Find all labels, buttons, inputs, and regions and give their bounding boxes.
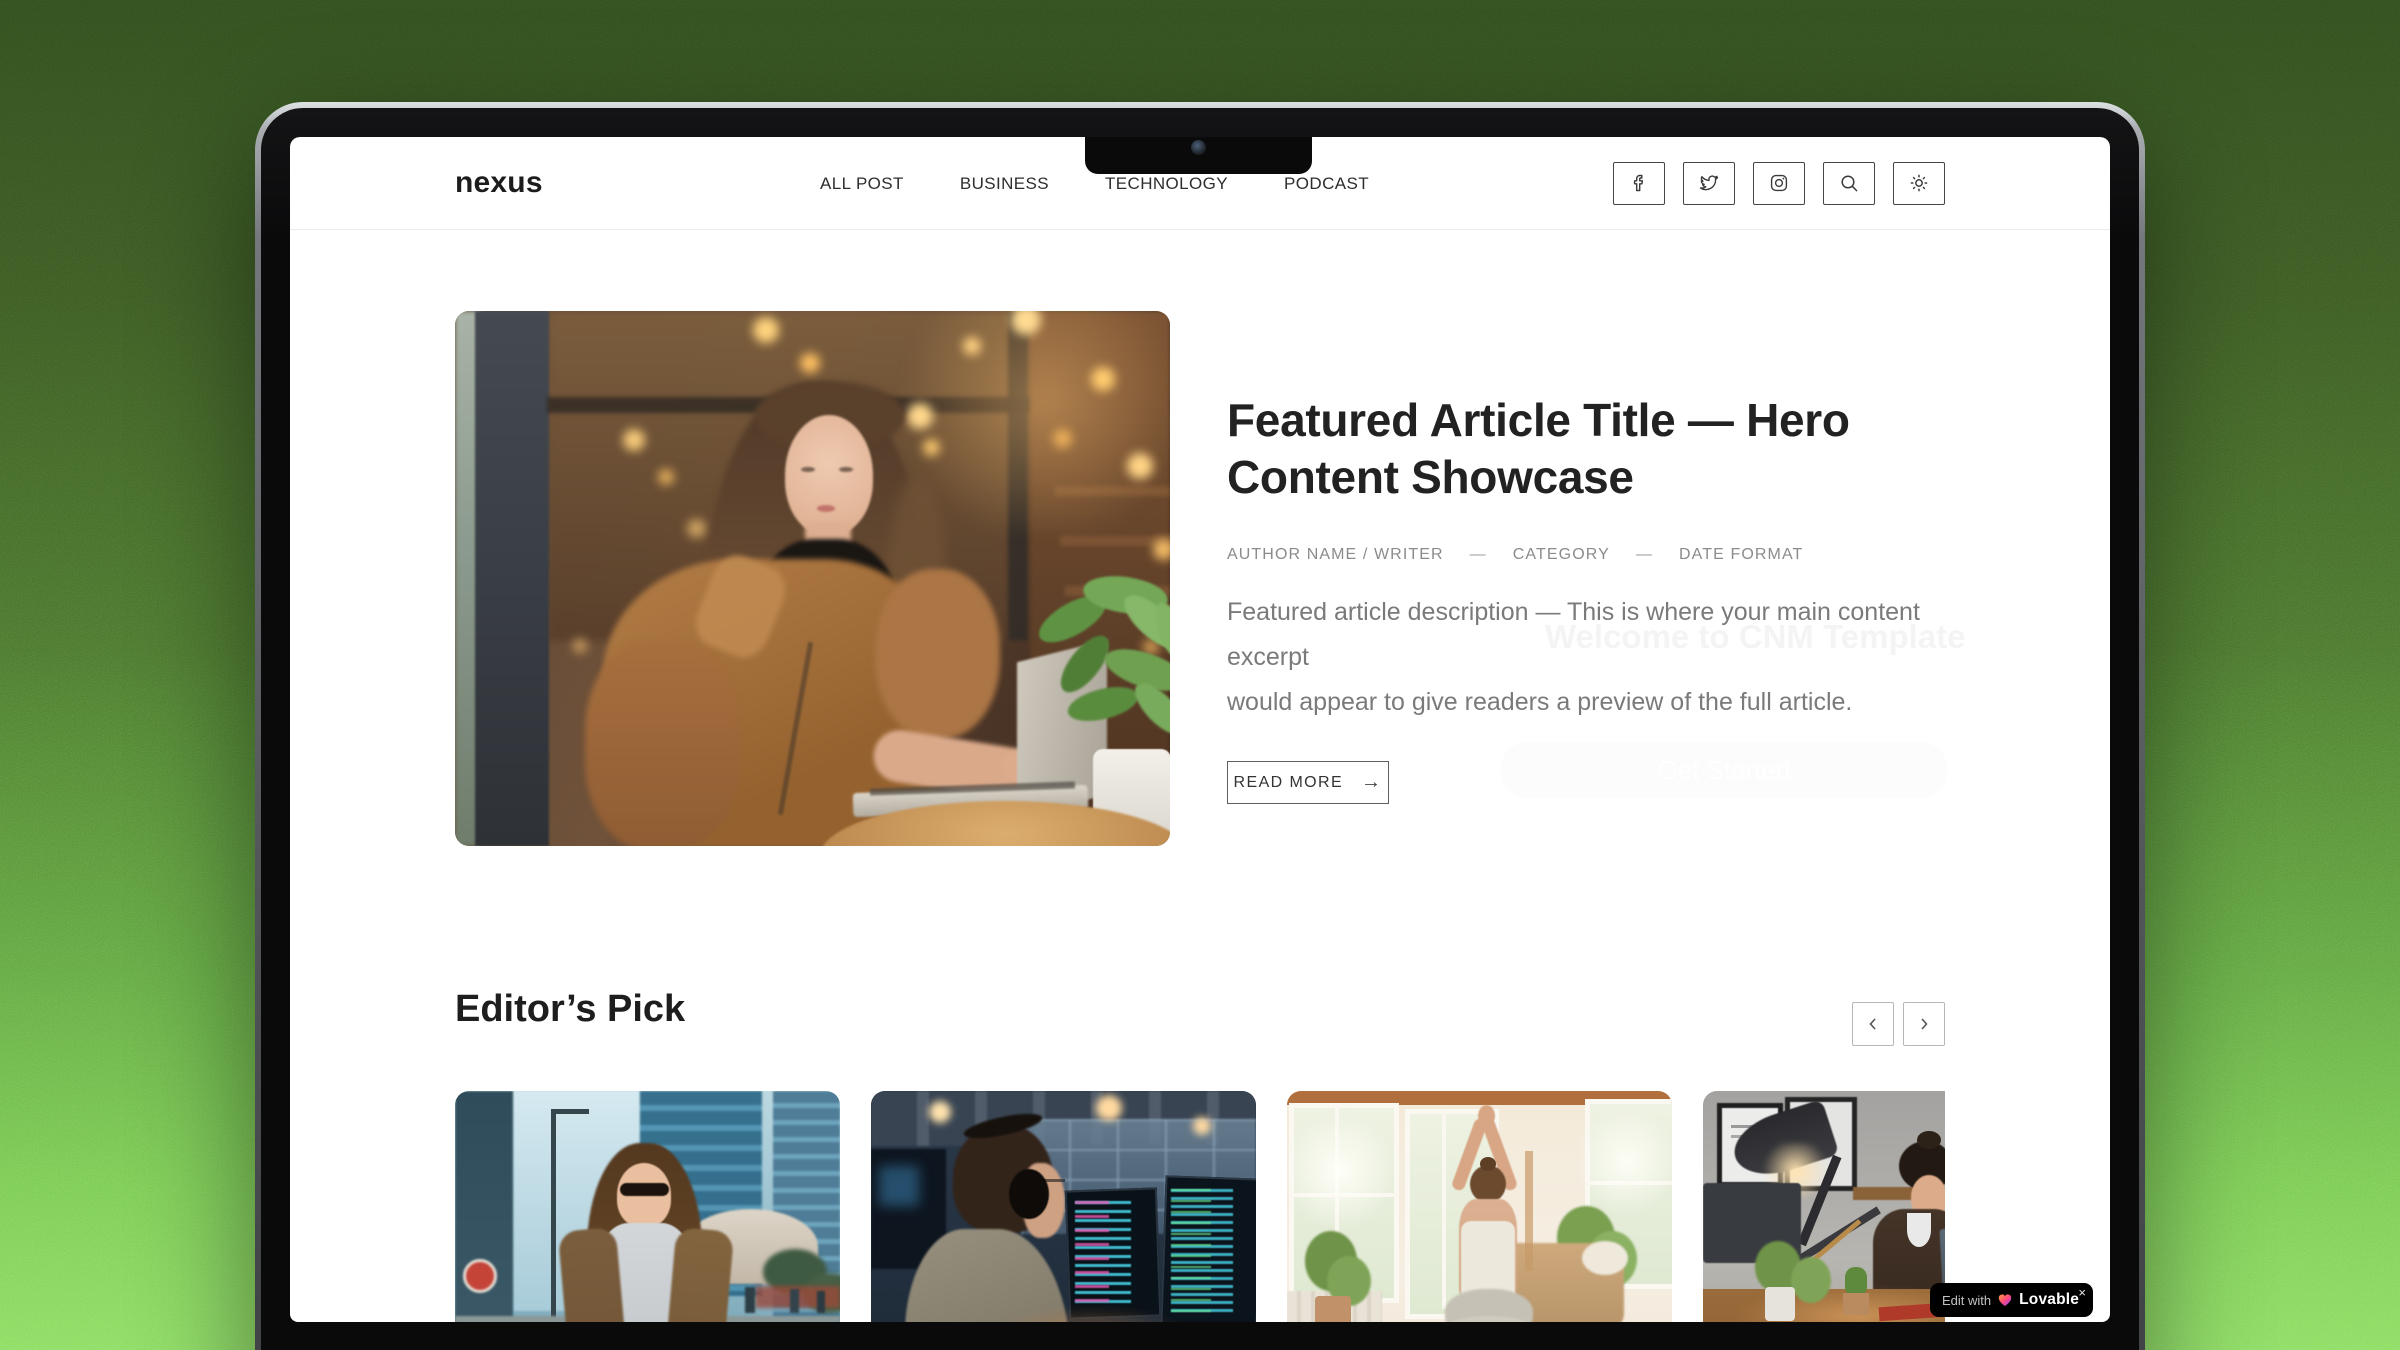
search-button[interactable] [1823, 162, 1875, 205]
instagram-button[interactable] [1753, 162, 1805, 205]
nav-item-technology[interactable]: TECHNOLOGY [1105, 174, 1228, 194]
theme-sun-icon [1907, 171, 1931, 195]
desktop-wallpaper: nexus ALL POST BUSINESS TECHNOLOGY PODCA… [0, 0, 2400, 1350]
carousel-next-button[interactable] [1903, 1002, 1945, 1046]
chevron-left-icon [1864, 1015, 1882, 1033]
arrow-right-icon: → [1361, 771, 1382, 794]
webcam-icon [1191, 140, 1206, 155]
facebook-button[interactable] [1613, 162, 1665, 205]
read-more-label: READ MORE [1234, 774, 1344, 792]
theme-toggle-button[interactable] [1893, 162, 1945, 205]
close-icon[interactable]: × [2078, 1285, 2086, 1300]
site-logo[interactable]: nexus [455, 166, 543, 200]
page-main: Welcome to CNM Template Get Started Feat… [290, 230, 2110, 1322]
lovable-heart-icon [1997, 1292, 2013, 1308]
featured-article-meta: AUTHOR NAME / WRITER — CATEGORY — DATE F… [1227, 546, 1987, 564]
meta-date: DATE FORMAT [1679, 546, 1803, 564]
lovable-edit-badge[interactable]: Edit with Lovable × [1930, 1283, 2093, 1317]
featured-article-image[interactable] [455, 311, 1170, 846]
editors-pick-heading: Editor’s Pick [455, 988, 685, 1031]
headphones-in-photo [1009, 1169, 1049, 1219]
meta-separator: — [1636, 546, 1653, 564]
carousel-prev-button[interactable] [1852, 1002, 1894, 1046]
read-more-button[interactable]: READ MORE → [1227, 761, 1389, 804]
meta-category[interactable]: CATEGORY [1513, 546, 1610, 564]
instagram-icon [1767, 171, 1791, 195]
meta-separator: — [1470, 546, 1487, 564]
search-icon [1837, 171, 1861, 195]
facebook-icon [1627, 171, 1651, 195]
lovable-badge-brand: Lovable [2019, 1291, 2079, 1309]
chevron-right-icon [1915, 1015, 1933, 1033]
twitter-button[interactable] [1683, 162, 1735, 205]
twitter-icon [1697, 171, 1721, 195]
lovable-badge-prefix: Edit with [1942, 1293, 1991, 1308]
featured-article-block: Featured Article Title — Hero Content Sh… [1227, 392, 1987, 804]
editors-pick-carousel [455, 1091, 1945, 1322]
laptop-frame: nexus ALL POST BUSINESS TECHNOLOGY PODCA… [255, 102, 2145, 1350]
laptop-camera-notch [1085, 137, 1312, 174]
laptop-bezel: nexus ALL POST BUSINESS TECHNOLOGY PODCA… [261, 108, 2139, 1350]
editors-pick-card-developer[interactable] [871, 1091, 1256, 1322]
featured-article-title: Featured Article Title — Hero Content Sh… [1227, 392, 1987, 506]
nav-item-podcast[interactable]: PODCAST [1284, 174, 1369, 194]
sunglasses-in-photo [620, 1183, 669, 1196]
meta-author[interactable]: AUTHOR NAME / WRITER [1227, 546, 1444, 564]
nav-item-all-post[interactable]: ALL POST [820, 174, 904, 194]
nav-item-business[interactable]: BUSINESS [960, 174, 1049, 194]
editors-pick-card-street-fashion[interactable] [455, 1091, 840, 1322]
header-icon-group [1613, 162, 1945, 205]
editors-pick-card-home-office[interactable] [1703, 1091, 1945, 1322]
editors-pick-card-yoga[interactable] [1287, 1091, 1672, 1322]
browser-screen: nexus ALL POST BUSINESS TECHNOLOGY PODCA… [290, 137, 2110, 1322]
featured-article-description: Featured article description — This is w… [1227, 590, 1987, 725]
